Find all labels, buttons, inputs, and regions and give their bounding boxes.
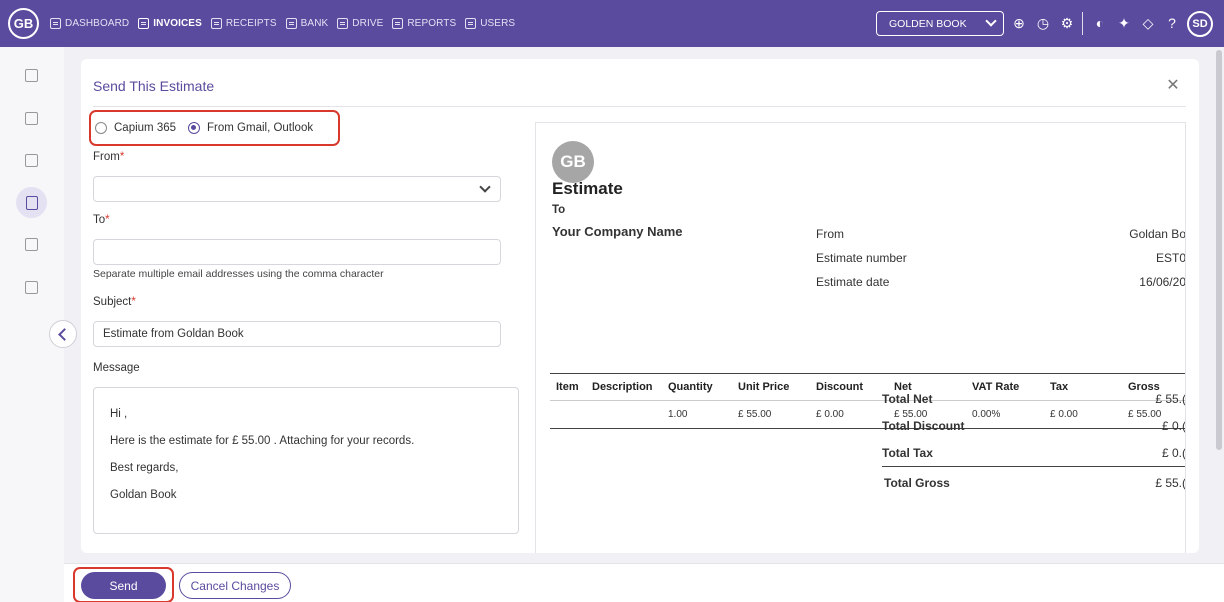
bank-icon xyxy=(285,18,297,29)
to-label: To* xyxy=(93,214,110,226)
wallet-side-icon[interactable] xyxy=(25,238,38,251)
diamond-icon[interactable]: ◇ xyxy=(1139,14,1157,32)
total-discount-label: Total Discount xyxy=(882,419,965,433)
toolbar-divider xyxy=(1082,12,1083,35)
collapse-sidebar-button[interactable] xyxy=(49,320,77,348)
radio-gmail-outlook[interactable]: From Gmail, Outlook xyxy=(188,122,313,134)
date-meta-value: 16/06/20 xyxy=(1139,275,1186,289)
user-side-icon[interactable] xyxy=(25,281,38,294)
close-icon[interactable]: ✕ xyxy=(1166,78,1180,94)
divider xyxy=(93,106,1186,107)
nav-invoices[interactable]: INVOICES xyxy=(138,18,202,29)
number-meta-value: EST0 xyxy=(1155,251,1186,265)
drive-icon xyxy=(337,18,349,29)
from-meta-label: From xyxy=(816,227,844,241)
nav-receipts[interactable]: RECEIPTS xyxy=(210,18,277,29)
message-label: Message xyxy=(93,362,140,374)
scrollbar-thumb[interactable] xyxy=(1216,50,1222,450)
grid-icon xyxy=(50,18,61,29)
gear-icon[interactable]: ⚙ xyxy=(1058,14,1076,32)
top-navbar: GB DASHBOARD INVOICES RECEIPTS BANK DRIV… xyxy=(0,0,1224,47)
documents-side-icon[interactable] xyxy=(25,112,38,125)
line-items-table: Item Description Quantity Unit Price Dis… xyxy=(550,373,1185,429)
company-select[interactable]: GOLDEN BOOK xyxy=(876,11,1004,36)
number-meta-label: Estimate number xyxy=(816,251,907,265)
reports-icon xyxy=(392,18,404,29)
nav-reports[interactable]: REPORTS xyxy=(392,18,456,29)
send-method-radio-group: Capium 365 From Gmail, Outlook xyxy=(89,110,340,146)
preview-title: Estimate xyxy=(552,179,623,198)
table-row: 1.00 £ 55.00 £ 0.00 £ 55.00 0.00% £ 0.00… xyxy=(668,409,1162,420)
subject-label: Subject* xyxy=(93,296,136,308)
announcement-icon[interactable]: ✦ xyxy=(1115,14,1133,32)
table-header: Item Description Quantity Unit Price Dis… xyxy=(550,374,1185,401)
receipt-icon xyxy=(210,18,222,29)
send-estimate-panel: Send This Estimate ✕ Capium 365 From Gma… xyxy=(81,59,1199,553)
card-side-icon[interactable] xyxy=(25,154,38,167)
total-net-label: Total Net xyxy=(882,392,933,406)
preview-company: Your Company Name xyxy=(552,224,683,239)
subject-field[interactable]: Estimate from Goldan Book xyxy=(93,321,501,347)
panel-title: Send This Estimate xyxy=(93,78,215,94)
app-logo[interactable]: GB xyxy=(8,8,39,39)
preview-to: To xyxy=(552,204,566,216)
users-icon xyxy=(465,18,477,29)
nav-users[interactable]: USERS xyxy=(465,18,515,29)
chevron-down-icon xyxy=(985,15,997,27)
history-icon[interactable]: ◷ xyxy=(1034,14,1052,32)
from-select[interactable] xyxy=(93,176,501,202)
from-label: From* xyxy=(93,151,125,163)
avatar[interactable]: SD xyxy=(1187,11,1213,37)
date-meta-label: Estimate date xyxy=(816,275,890,289)
radio-dot xyxy=(95,122,107,134)
radio-capium[interactable]: Capium 365 xyxy=(95,122,176,134)
chevron-down-icon xyxy=(479,181,491,193)
nav-dashboard[interactable]: DASHBOARD xyxy=(50,18,129,29)
nav-drive[interactable]: DRIVE xyxy=(337,18,383,29)
from-meta-value: Goldan Bo xyxy=(1129,227,1186,241)
help-icon[interactable]: ? xyxy=(1163,14,1181,32)
total-tax-label: Total Tax xyxy=(882,446,933,460)
totals-divider xyxy=(882,466,1185,467)
capium-icon[interactable]: ◐ xyxy=(1091,14,1109,32)
estimate-side-icon[interactable] xyxy=(16,187,47,218)
estimate-preview: GB Estimate To Your Company Name From Go… xyxy=(535,122,1186,553)
nav-bank[interactable]: BANK xyxy=(285,18,329,29)
add-circle-icon[interactable]: ⊕ xyxy=(1010,14,1028,32)
invoice-icon xyxy=(138,18,150,29)
message-textarea[interactable]: Hi , Here is the estimate for £ 55.00 . … xyxy=(93,387,519,534)
total-discount-value: £ 0.( xyxy=(1161,419,1186,433)
send-button[interactable]: Send xyxy=(81,572,166,599)
total-tax-value: £ 0.( xyxy=(1161,446,1186,460)
total-net-value: £ 55.( xyxy=(1155,392,1186,406)
total-gross-value: £ 55.( xyxy=(1155,476,1186,490)
to-field[interactable] xyxy=(93,239,501,265)
dashboard-side-icon[interactable] xyxy=(25,69,38,82)
cancel-changes-button[interactable]: Cancel Changes xyxy=(179,572,291,599)
radio-dot-selected xyxy=(188,122,201,134)
main-nav: DASHBOARD INVOICES RECEIPTS BANK DRIVE R… xyxy=(50,0,524,47)
to-hint: Separate multiple email addresses using … xyxy=(93,268,384,280)
total-gross-label: Total Gross xyxy=(884,476,950,490)
preview-logo: GB xyxy=(552,141,594,183)
